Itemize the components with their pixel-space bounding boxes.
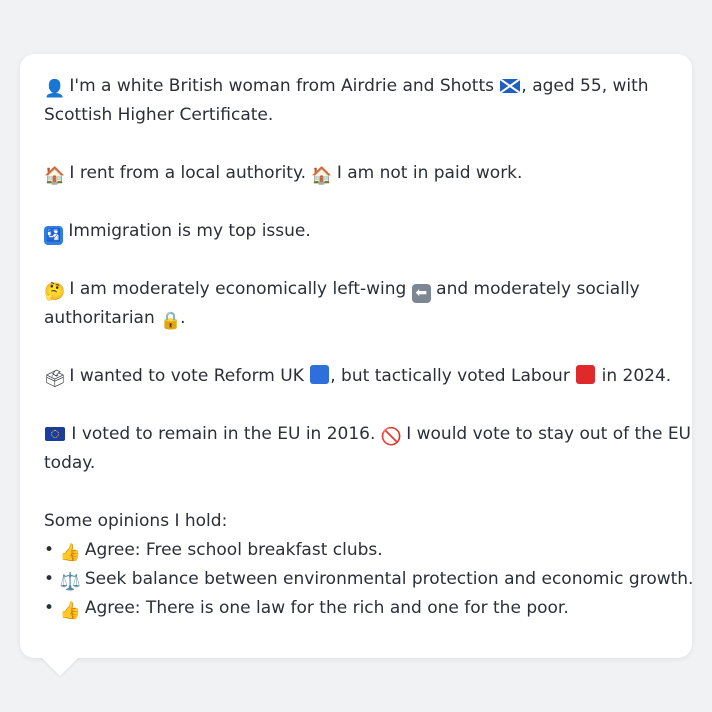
housing-line: 🏠 I rent from a local authority. 🏠 I am …: [44, 159, 668, 188]
left-arrow-icon: ⬅: [411, 284, 431, 303]
vote-tactical-text: , but tactically voted Labour: [330, 366, 570, 386]
housing-text: I rent from a local authority.: [69, 163, 306, 183]
house-icon: 🏠: [44, 166, 66, 186]
opinion-item: • ⚖️ Seek balance between environmental …: [44, 565, 693, 594]
scales-icon: ⚖️: [59, 572, 81, 592]
issue-text: Immigration is my top issue.: [68, 221, 311, 241]
identity-age-text: , aged 55, with: [521, 76, 649, 96]
ideology-period: .: [180, 308, 186, 328]
reform-blue-square-icon: [310, 365, 330, 384]
labour-red-square-icon: [576, 365, 596, 384]
vote-line: 🗳 I wanted to vote Reform UK , but tacti…: [44, 362, 671, 391]
identity-line: 👤 I'm a white British woman from Airdrie…: [44, 72, 668, 101]
ideology-authoritarian-text: authoritarian: [44, 308, 155, 328]
ballot-box-icon: 🗳: [44, 369, 66, 389]
ideology-line: 🤔 I am moderately economically left-wing…: [44, 275, 668, 304]
opinion-text: Seek balance between environmental prote…: [84, 569, 694, 589]
opinion-text: Agree: Free school breakfast clubs.: [84, 540, 383, 560]
opinions-heading-text: Some opinions I hold:: [44, 511, 228, 531]
opinions-heading: Some opinions I hold:: [44, 507, 668, 536]
issue-line: 🛂 Immigration is my top issue.: [44, 217, 668, 246]
ideology-economic-text: I am moderately economically left-wing: [69, 279, 407, 299]
immigration-icon: 🛂: [44, 226, 63, 245]
bullet: •: [44, 540, 55, 560]
ideology-social-text: and moderately socially: [436, 279, 640, 299]
persona-card: 👤 I'm a white British woman from Airdrie…: [20, 54, 693, 658]
opinion-item: • 👍 Agree: There is one law for the rich…: [44, 594, 668, 623]
prohibited-icon: 🚫: [380, 427, 402, 447]
eu-flag-icon: [45, 427, 65, 441]
education-text: Scottish Higher Certificate.: [44, 105, 274, 125]
scotland-flag-icon: [500, 79, 521, 93]
thumbs-up-icon: 👍: [59, 601, 81, 621]
bullet: •: [44, 598, 55, 618]
house-icon: 🏠: [311, 166, 333, 186]
lock-icon: 🔒: [160, 311, 182, 331]
vote-wanted-text: I wanted to vote Reform UK: [69, 366, 304, 386]
bullet: •: [44, 569, 55, 589]
education-line: Scottish Higher Certificate.: [44, 101, 668, 130]
speech-bubble-tail: [40, 656, 80, 676]
eu-line-2: today.: [44, 449, 668, 478]
opinion-text: Agree: There is one law for the rich and…: [84, 598, 569, 618]
vote-year-text: in 2024.: [601, 366, 672, 386]
work-text: I am not in paid work.: [336, 163, 523, 183]
person-icon: 👤: [44, 79, 66, 99]
eu-today-text: today.: [44, 453, 96, 473]
identity-text: I'm a white British woman from Airdrie a…: [69, 76, 494, 96]
ideology-line-2: authoritarian 🔒.: [44, 304, 668, 333]
opinion-item: • 👍 Agree: Free school breakfast clubs.: [44, 536, 668, 565]
thumbs-up-icon: 👍: [59, 543, 81, 563]
eu-line: I voted to remain in the EU in 2016. 🚫 I…: [44, 420, 691, 449]
eu-out-text: I would vote to stay out of the EU: [406, 424, 692, 444]
eu-remain-text: I voted to remain in the EU in 2016.: [71, 424, 376, 444]
thinking-face-icon: 🤔: [44, 282, 66, 302]
